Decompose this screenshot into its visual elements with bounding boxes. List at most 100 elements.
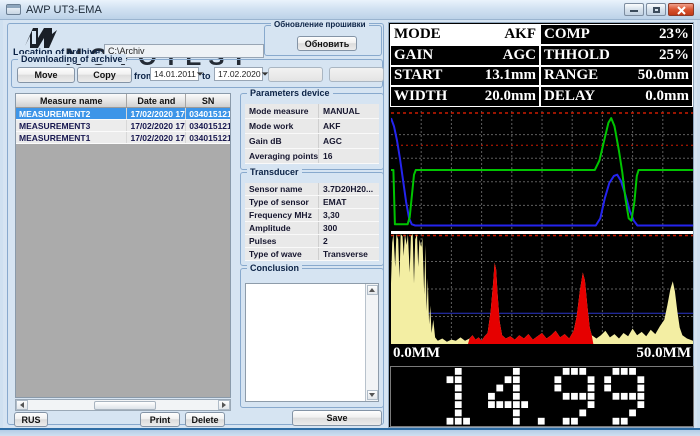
conclusion-vscrollbar[interactable] bbox=[365, 284, 378, 401]
scroll-down-button[interactable] bbox=[367, 390, 378, 400]
column-header[interactable]: Measure name bbox=[16, 94, 127, 107]
instrument-param-value: 50.0mm bbox=[638, 67, 689, 84]
property-value: AGC bbox=[319, 134, 379, 148]
instrument-param-value: AGC bbox=[503, 47, 536, 64]
move-button[interactable]: Move bbox=[17, 67, 75, 83]
disabled-button-2 bbox=[329, 67, 384, 82]
print-button[interactable]: Print bbox=[140, 412, 180, 427]
property-row: Mode measureMANUAL bbox=[245, 104, 379, 119]
instrument-param-cell: MODEAKF bbox=[390, 24, 540, 45]
instrument-param-value: AKF bbox=[504, 26, 536, 43]
instrument-param-value: 13.1mm bbox=[485, 67, 536, 84]
property-value: MANUAL bbox=[319, 104, 379, 118]
measure-table: Measure nameDate and timeSN MEASUREMENT2… bbox=[15, 93, 231, 398]
thickness-readout bbox=[390, 366, 694, 427]
property-label: Mode measure bbox=[245, 104, 319, 118]
firmware-group: Обновление прошивки Обновить bbox=[264, 25, 382, 56]
title-bar: AWP UT3-EMA bbox=[0, 0, 700, 20]
scale-bar: 0.0MM 50.0MM bbox=[391, 345, 693, 363]
instrument-param-cell: GAIN AGC bbox=[390, 45, 540, 66]
window-bottom-frame bbox=[0, 428, 700, 436]
property-value: 16 bbox=[319, 149, 379, 163]
property-value: 3.7D20H20... bbox=[319, 183, 379, 195]
property-row: Type of sensorEMAT bbox=[245, 196, 379, 209]
measure-table-rows: MEASUREMENT217/02/2020 17:270340151219ME… bbox=[16, 108, 230, 144]
scroll-left-button[interactable] bbox=[16, 400, 28, 410]
instrument-param-grid: MODEAKF GAIN AGC START 13.1mm WIDTH 20.0mm COMP… bbox=[390, 24, 693, 107]
firmware-update-button[interactable]: Обновить bbox=[297, 36, 357, 51]
close-button[interactable] bbox=[668, 3, 694, 16]
save-button[interactable]: Save bbox=[292, 410, 382, 426]
table-cell: MEASUREMENT3 bbox=[16, 120, 127, 131]
conclusion-textarea[interactable] bbox=[245, 283, 379, 402]
instrument-param-cell: START 13.1mm bbox=[390, 66, 540, 87]
property-label: Type of sensor bbox=[245, 196, 319, 208]
property-row: Averaging points16 bbox=[245, 149, 379, 164]
conclusion-label: Conclusion bbox=[247, 263, 302, 273]
property-label: Type of wave bbox=[245, 248, 319, 260]
property-row: Pulses2 bbox=[245, 235, 379, 248]
table-cell: MEASUREMENT2 bbox=[16, 108, 127, 119]
instrument-param-label: WIDTH bbox=[394, 88, 447, 105]
property-row: Frequency MHz3,30 bbox=[245, 209, 379, 222]
property-value: 300 bbox=[319, 222, 379, 234]
table-row[interactable]: MEASUREMENT317/02/2020 17:270340151219 bbox=[16, 120, 230, 132]
table-cell: 0340151219 bbox=[186, 108, 230, 119]
property-value: 2 bbox=[319, 235, 379, 247]
instrument-param-cell: WIDTH 20.0mm bbox=[390, 86, 540, 107]
table-hscrollbar[interactable] bbox=[15, 399, 231, 411]
arrow-up-icon bbox=[369, 288, 375, 292]
arrow-right-icon bbox=[222, 402, 226, 408]
property-label: Frequency MHz bbox=[245, 209, 319, 221]
column-header[interactable]: SN bbox=[186, 94, 230, 107]
instrument-param-cell: THHOLD25% bbox=[540, 45, 693, 66]
location-field[interactable]: C:\Archiv bbox=[104, 44, 264, 58]
ascan-chart bbox=[391, 234, 693, 349]
download-group-label: Downloading of archive bbox=[18, 54, 126, 64]
property-row: Gain dBAGC bbox=[245, 134, 379, 149]
table-row[interactable]: MEASUREMENT217/02/2020 17:270340151219 bbox=[16, 108, 230, 120]
column-header[interactable]: Date and time bbox=[127, 94, 186, 107]
property-label: Mode work bbox=[245, 119, 319, 133]
maximize-button[interactable] bbox=[646, 3, 666, 16]
scroll-right-button[interactable] bbox=[218, 400, 230, 410]
transducer-group: Transducer Sensor name3.7D20H20...Type o… bbox=[240, 172, 384, 266]
transducer-rows: Sensor name3.7D20H20...Type of sensorEMA… bbox=[245, 183, 379, 261]
property-value: AKF bbox=[319, 119, 379, 133]
table-cell: 17/02/2020 17:27 bbox=[127, 120, 186, 131]
scroll-thumb[interactable] bbox=[94, 401, 156, 410]
instrument-param-label: COMP bbox=[544, 26, 590, 43]
instrument-param-label: THHOLD bbox=[544, 47, 610, 64]
scroll-up-button[interactable] bbox=[367, 285, 378, 295]
firmware-group-label: Обновление прошивки bbox=[271, 20, 369, 29]
instrument-param-label: GAIN bbox=[394, 47, 433, 64]
conclusion-group: Conclusion bbox=[240, 268, 384, 408]
arrow-down-icon bbox=[369, 393, 375, 397]
arrow-left-icon bbox=[20, 402, 24, 408]
table-cell: MEASUREMENT1 bbox=[16, 132, 127, 143]
scale-left-label: 0.0MM bbox=[393, 345, 440, 363]
property-value: EMAT bbox=[319, 196, 379, 208]
property-label: Sensor name bbox=[245, 183, 319, 195]
measure-table-header[interactable]: Measure nameDate and timeSN bbox=[16, 94, 230, 108]
from-date-select[interactable]: 14.01.2011 bbox=[150, 67, 199, 81]
delete-button[interactable]: Delete bbox=[185, 412, 225, 427]
copy-button[interactable]: Copy bbox=[77, 67, 132, 83]
instrument-param-value: 0.0mm bbox=[645, 88, 689, 105]
property-value: 3,30 bbox=[319, 209, 379, 221]
minimize-button[interactable] bbox=[624, 3, 644, 16]
rus-button[interactable]: RUS bbox=[14, 412, 48, 427]
table-cell: 0340151219 bbox=[186, 132, 230, 143]
property-label: Amplitude bbox=[245, 222, 319, 234]
instrument-param-value: 20.0mm bbox=[485, 88, 536, 105]
instrument-param-label: START bbox=[394, 67, 442, 84]
to-date-value: 17.02.2020 bbox=[218, 69, 261, 79]
transducer-label: Transducer bbox=[247, 167, 302, 177]
property-row: Amplitude300 bbox=[245, 222, 379, 235]
property-row: Sensor name3.7D20H20... bbox=[245, 183, 379, 196]
property-row: Type of waveTransverse bbox=[245, 248, 379, 261]
property-label: Averaging points bbox=[245, 149, 319, 163]
to-date-select[interactable]: 17.02.2020 bbox=[214, 67, 263, 81]
table-row[interactable]: MEASUREMENT117/02/2020 17:250340151219 bbox=[16, 132, 230, 144]
instrument-param-cell: COMP23% bbox=[540, 24, 693, 45]
